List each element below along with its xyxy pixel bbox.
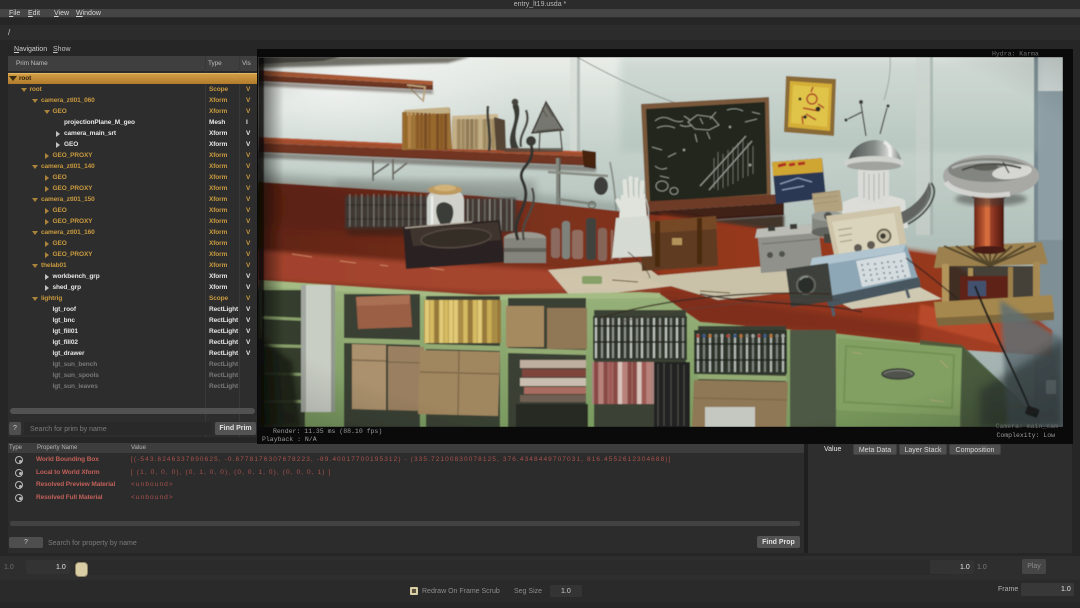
svg-text:Camera: main_cam: Camera: main_cam bbox=[996, 423, 1059, 430]
svg-text:Complexity: Low: Complexity: Low bbox=[996, 432, 1055, 439]
svg-text:Render: 11.35 ms (88.10 fps): Render: 11.35 ms (88.10 fps) bbox=[273, 428, 382, 435]
svg-text:Hydra: Karma: Hydra: Karma bbox=[992, 51, 1039, 58]
svg-text:Playback : N/A: Playback : N/A bbox=[262, 436, 317, 443]
